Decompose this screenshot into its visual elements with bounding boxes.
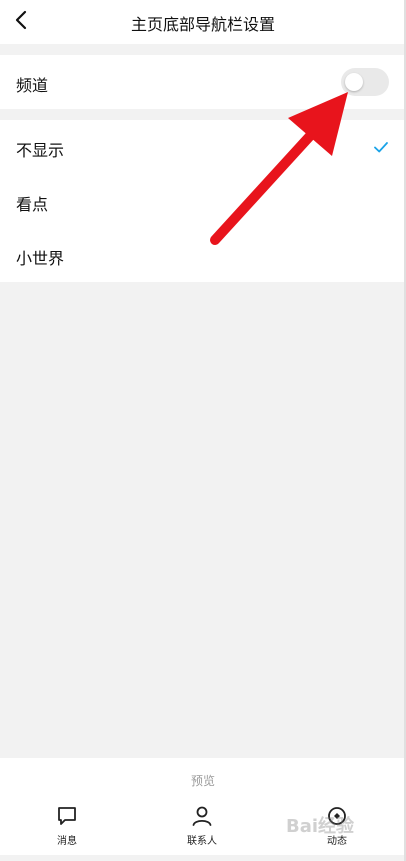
tab-contacts[interactable]: 联系人 [162,804,242,848]
watermark: Bai经验 [286,816,355,837]
option-label: 不显示 [16,141,65,160]
tab-label: 联系人 [187,836,217,847]
checkmark-icon [374,142,388,153]
preview-bar: 预览 消息 联系人 动态 [0,758,406,855]
person-icon [192,806,212,826]
channel-label: 频道 [16,76,49,95]
tab-label: 消息 [57,836,77,847]
option-label: 小世界 [16,249,65,268]
red-arrow-annotation [210,92,348,245]
option-label: 看点 [16,195,49,214]
page-title: 主页底部导航栏设置 [130,15,275,34]
preview-label: 预览 [190,774,215,788]
chat-bubble-icon [58,807,76,825]
tab-messages[interactable]: 消息 [27,804,107,848]
top-bar: 主页底部导航栏设置 [0,0,406,44]
